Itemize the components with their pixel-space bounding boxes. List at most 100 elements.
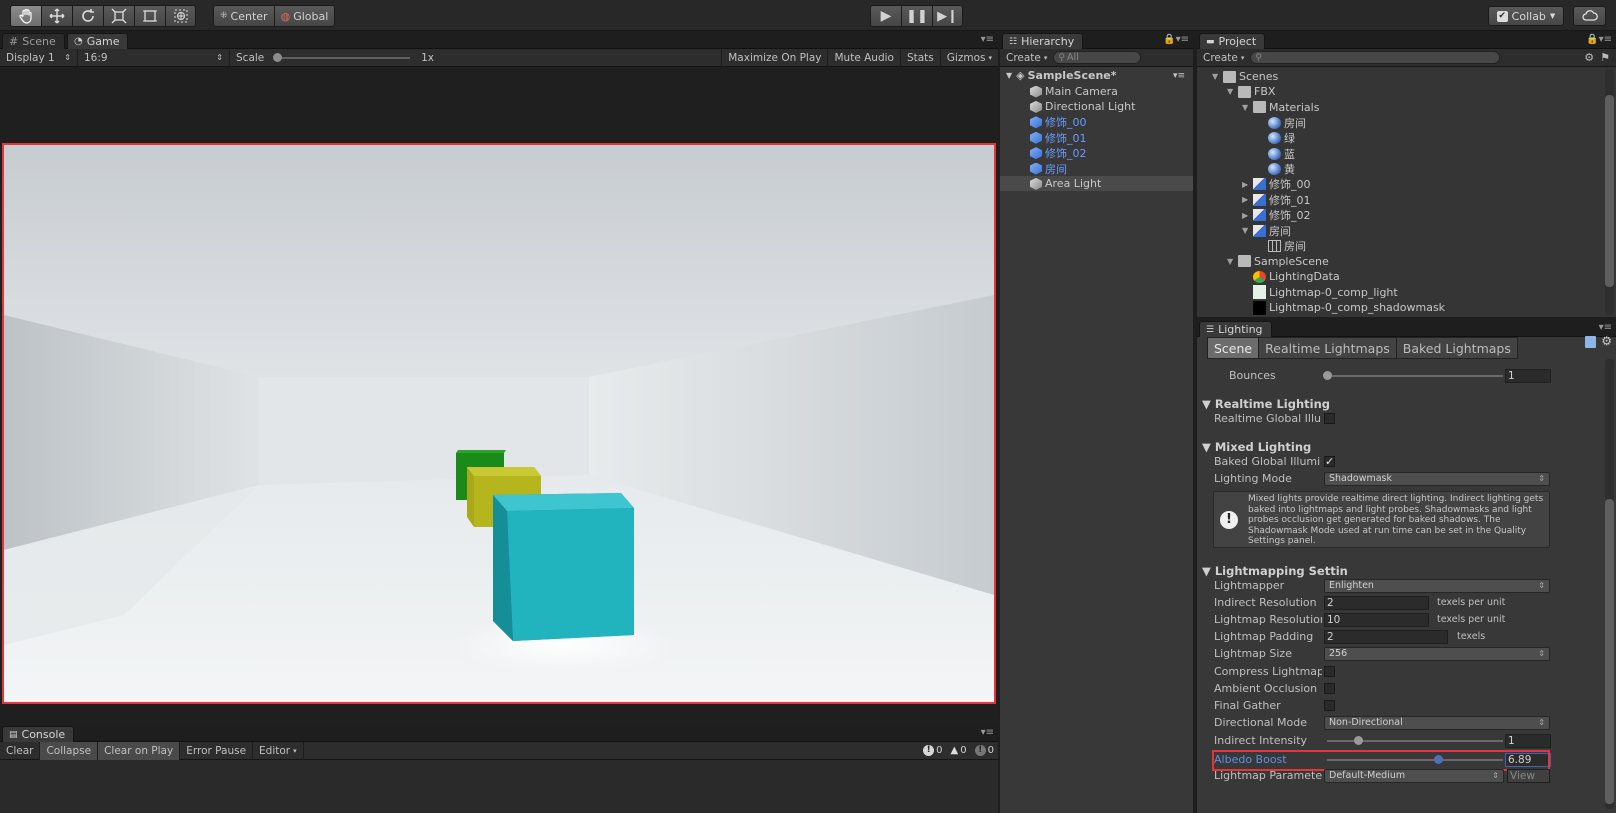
project-item[interactable]: 绿 (1257, 131, 1295, 146)
hierarchy-search[interactable]: ⚲ All (1053, 51, 1142, 64)
lock-menu-icon[interactable]: 🔒▾≡ (1586, 34, 1612, 45)
hierarchy-item[interactable]: 修饰_02 (1000, 146, 1193, 161)
baked-gi-checkbox[interactable]: ✓ (1324, 456, 1335, 467)
lightmap-parameters-dropdown[interactable]: Default-Medium (1324, 768, 1504, 783)
expand-arrow-icon[interactable]: ▼ (1227, 257, 1238, 266)
collab-button[interactable]: ✔ Collab ▼ (1488, 6, 1564, 26)
lightmap-parameters-view-button[interactable]: View (1507, 768, 1550, 783)
lightmap-resolution-input[interactable]: 10 (1324, 612, 1429, 627)
hierarchy-item[interactable]: 房间 (1000, 161, 1193, 176)
console-editor-dropdown[interactable]: Editor ▾ (253, 741, 304, 760)
console-clear-on-play-toggle[interactable]: Clear on Play (98, 741, 181, 760)
aspect-dropdown[interactable]: 16:9 ⇕ (78, 48, 230, 67)
scale-slider-track[interactable] (273, 52, 411, 62)
hierarchy-item[interactable]: Area Light (1000, 176, 1193, 192)
project-item[interactable]: ▼ FBX (1227, 84, 1275, 99)
project-scroll-thumb[interactable] (1605, 95, 1614, 287)
mute-audio-toggle[interactable]: Mute Audio (828, 48, 901, 67)
lighting-tab-realtime-lightmaps[interactable]: Realtime Lightmaps (1258, 337, 1396, 359)
ambient-occlusion-checkbox[interactable] (1324, 683, 1335, 694)
step-button[interactable]: ▶❙ (932, 5, 963, 27)
hand-tool-button[interactable] (10, 5, 41, 27)
filter-type-icon[interactable]: ⚙ (1584, 51, 1594, 64)
indirect-intensity-knob[interactable] (1354, 736, 1363, 745)
lock-menu-icon[interactable]: 🔒▾≡ (1163, 34, 1189, 45)
final-gather-checkbox[interactable] (1324, 700, 1335, 711)
play-button[interactable]: ▶ (870, 5, 901, 27)
lighting-tab-baked-lightmaps[interactable]: Baked Lightmaps (1395, 337, 1518, 359)
maximize-on-play-toggle[interactable]: Maximize On Play (721, 48, 829, 67)
bounces-value[interactable]: 1 (1505, 368, 1551, 383)
console-collapse-toggle[interactable]: Collapse (40, 741, 99, 760)
rotate-tool-button[interactable] (72, 5, 103, 27)
lighting-mode-dropdown[interactable]: Shadowmask (1324, 471, 1550, 486)
cloud-button[interactable] (1573, 6, 1606, 26)
console-error-pause-toggle[interactable]: Error Pause (180, 741, 254, 760)
scene-menu-icon[interactable]: ▾≡ (1173, 71, 1185, 81)
transform-tool-button[interactable] (165, 5, 196, 27)
project-item[interactable]: ▼ Materials (1242, 100, 1319, 115)
project-item[interactable]: ▶ 修饰_01 (1242, 192, 1311, 207)
expand-arrow-icon[interactable]: ▼ (1227, 87, 1238, 96)
hierarchy-item[interactable]: 修饰_01 (1000, 130, 1193, 145)
project-item[interactable]: ▼ Scenes (1212, 69, 1278, 84)
panel-menu-icon[interactable]: ▾≡ (981, 34, 994, 45)
pause-button[interactable]: ❚❚ (901, 5, 932, 27)
project-item[interactable]: ▶ 修饰_02 (1242, 208, 1311, 223)
lightmap-size-dropdown[interactable]: 256 (1324, 646, 1550, 661)
hierarchy-item[interactable]: Main Camera (1000, 84, 1193, 99)
pivot-center-button[interactable]: ⁜ Center (213, 5, 274, 27)
project-item[interactable]: 房间 (1257, 238, 1306, 253)
indirect-intensity-value[interactable]: 1 (1505, 733, 1551, 748)
pivot-global-button[interactable]: ◍ Global (273, 5, 336, 27)
display-dropdown[interactable]: Display 1 ⇕ (0, 48, 78, 67)
expand-arrow-icon[interactable]: ▼ (1242, 103, 1253, 112)
project-item[interactable]: Lightmap-0_comp_light (1242, 285, 1398, 300)
scene-root-row[interactable]: ▼ ◈ SampleScene* ▾≡ (1000, 68, 1193, 83)
lighting-tab-scene[interactable]: Scene (1207, 337, 1259, 359)
realtime-gi-checkbox[interactable] (1324, 413, 1335, 424)
warning-count-toggle[interactable]: ▲ 0 (947, 745, 971, 756)
scale-slider-knob[interactable] (273, 52, 283, 62)
panel-menu-icon[interactable]: ▾≡ (1599, 322, 1612, 333)
collapse-arrow-icon[interactable]: ▶ (1242, 211, 1253, 220)
scale-tool-button[interactable] (103, 5, 134, 27)
hierarchy-item[interactable]: Directional Light (1000, 99, 1193, 114)
lighting-scroll-thumb[interactable] (1605, 499, 1614, 804)
directional-mode-dropdown[interactable]: Non-Directional (1324, 715, 1550, 730)
project-item[interactable]: Lightmap-0_comp_shadowmask (1242, 300, 1445, 315)
tab-project[interactable]: ▬ Project (1199, 33, 1266, 49)
project-item[interactable]: 蓝 (1257, 146, 1295, 161)
error-count-toggle[interactable]: ! 0 (971, 745, 998, 756)
info-count-toggle[interactable]: ! 0 (919, 745, 946, 756)
compress-lightmaps-checkbox[interactable] (1324, 666, 1335, 677)
project-item[interactable]: ▶ 修饰_00 (1242, 177, 1311, 192)
stats-toggle[interactable]: Stats (901, 48, 941, 67)
project-search[interactable]: ⚲ (1250, 51, 1501, 64)
project-create-dropdown[interactable]: Create ▾ (1197, 49, 1250, 67)
panel-menu-icon[interactable]: ▾≡ (981, 727, 994, 738)
tab-console[interactable]: ▤ Console (2, 726, 75, 742)
tab-scene[interactable]: # Scene (2, 33, 65, 49)
console-clear-button[interactable]: Clear (0, 741, 41, 760)
tab-hierarchy[interactable]: ☷ Hierarchy (1002, 33, 1084, 49)
help-book-icon[interactable] (1585, 336, 1596, 348)
indirect-resolution-input[interactable]: 2 (1324, 595, 1429, 610)
hierarchy-item[interactable]: 修饰_00 (1000, 115, 1193, 130)
tab-game[interactable]: ◔ Game (67, 33, 129, 49)
collapse-arrow-icon[interactable]: ▼ (1242, 226, 1253, 235)
expand-arrow-icon[interactable]: ▼ (1212, 72, 1223, 81)
project-item[interactable]: 房间 (1257, 115, 1306, 130)
project-item[interactable]: 黄 (1257, 161, 1295, 176)
move-tool-button[interactable] (41, 5, 72, 27)
game-view[interactable] (2, 143, 996, 704)
bounces-slider[interactable] (1327, 375, 1503, 377)
scale-slider[interactable]: Scale 1x (230, 49, 440, 67)
collapse-arrow-icon[interactable]: ▶ (1242, 180, 1253, 189)
rect-tool-button[interactable] (134, 5, 165, 27)
gizmos-dropdown[interactable]: Gizmos ▾ (941, 49, 998, 67)
bounces-slider-knob[interactable] (1323, 371, 1332, 380)
lightmap-padding-input[interactable]: 2 (1324, 629, 1448, 644)
project-item[interactable]: ▼ SampleScene (1227, 254, 1329, 269)
collapse-arrow-icon[interactable]: ▶ (1242, 195, 1253, 204)
